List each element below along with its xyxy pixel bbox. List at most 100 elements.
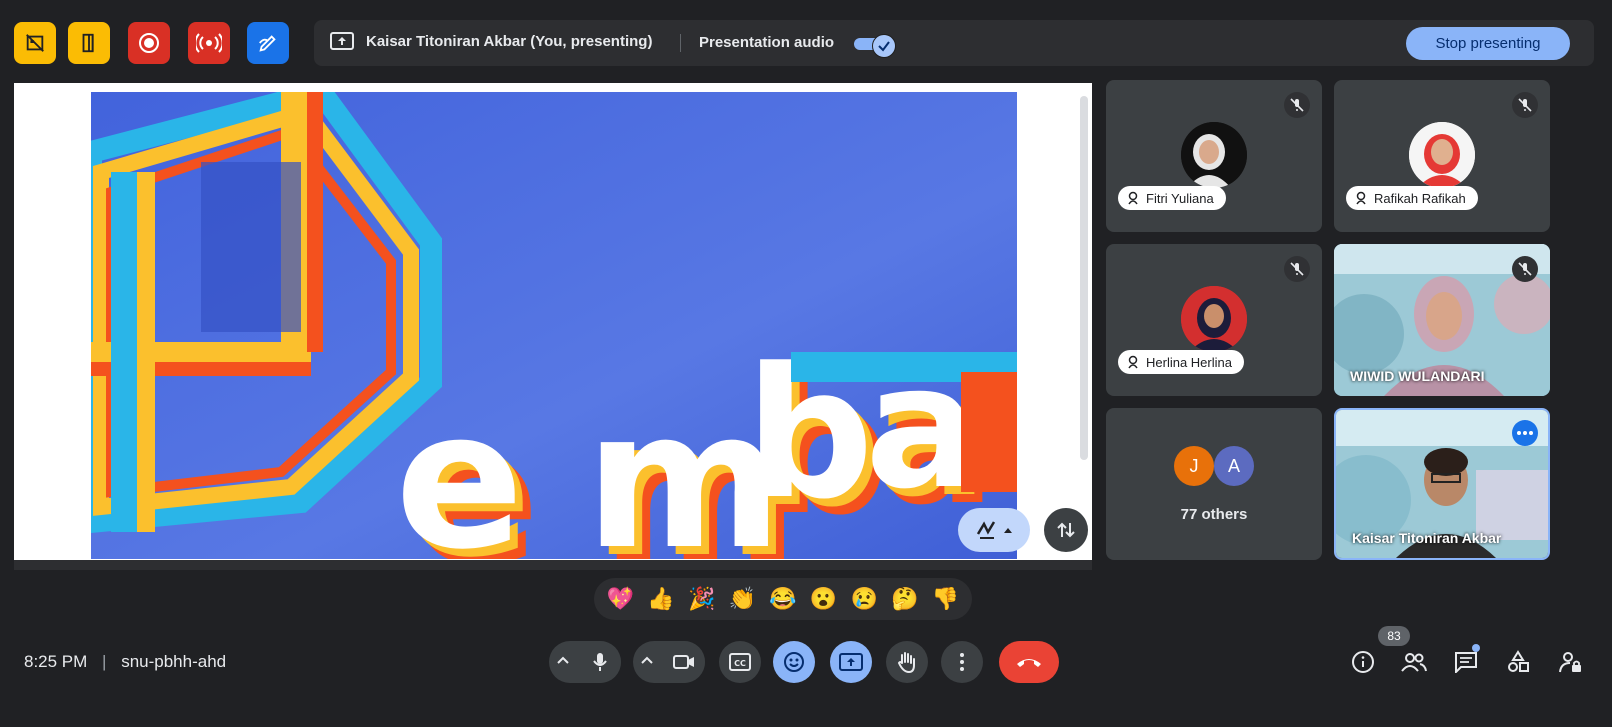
live-stream-button[interactable]	[188, 22, 230, 64]
recording-button[interactable]	[128, 22, 170, 64]
reaction-sad[interactable]: 😢	[851, 586, 878, 612]
reaction-thinking[interactable]: 🤔	[891, 586, 918, 612]
chevron-up-icon	[641, 656, 653, 664]
door-exit-icon	[82, 33, 94, 53]
reactions-button[interactable]	[773, 641, 815, 683]
pin-icon	[1356, 191, 1366, 205]
participant-name-tag: Herlina Herlina	[1118, 350, 1244, 374]
participant-tile[interactable]: Rafikah Rafikah	[1334, 80, 1550, 232]
whiteboard-button[interactable]	[247, 22, 289, 64]
shared-slide: e e e m m m b b b a a a	[91, 92, 1017, 559]
info-divider: |	[102, 652, 107, 671]
caret-up-icon	[1004, 528, 1012, 533]
participant-name: WIWID WULANDARI	[1350, 368, 1485, 384]
raise-hand-button[interactable]	[886, 641, 928, 683]
emoji-icon	[784, 652, 804, 672]
reaction-clap[interactable]: 👏	[729, 586, 756, 612]
meeting-details-button[interactable]	[1347, 646, 1379, 678]
captions-button[interactable]: CC	[719, 641, 761, 683]
people-count-badge: 83	[1378, 626, 1410, 646]
swap-layout-button[interactable]	[1044, 508, 1088, 552]
shapes-icon	[1508, 650, 1529, 672]
no-video-button[interactable]	[14, 22, 56, 64]
mic-icon	[593, 653, 607, 671]
more-horizontal-icon	[1517, 431, 1533, 435]
reaction-surprised[interactable]: 😮	[810, 586, 837, 612]
svg-text:e: e	[395, 370, 524, 559]
more-options-button[interactable]	[941, 641, 983, 683]
initial-avatar: A	[1214, 446, 1254, 486]
participant-tile[interactable]: Herlina Herlina	[1106, 244, 1322, 396]
svg-text:CC: CC	[734, 659, 746, 668]
camera-control	[633, 641, 705, 683]
people-icon	[1401, 653, 1427, 672]
reaction-thumbs-up[interactable]: 👍	[647, 586, 674, 612]
mic-off-icon	[1512, 92, 1538, 118]
reaction-heart[interactable]: 💖	[607, 586, 634, 612]
participant-name: Rafikah Rafikah	[1374, 190, 1466, 206]
whiteboard-pen-icon	[259, 35, 276, 52]
breakout-door-button[interactable]	[68, 22, 110, 64]
lock-person-icon	[1559, 652, 1581, 673]
present-screen-icon	[330, 32, 354, 50]
activities-button[interactable]	[1502, 646, 1534, 678]
presenter-text: Kaisar Titoniran Akbar (You, presenting)	[366, 32, 653, 50]
self-video-tile[interactable]: Kaisar Titoniran Akbar	[1334, 408, 1550, 560]
pin-icon	[1128, 355, 1138, 369]
initial-avatar: J	[1174, 446, 1214, 486]
toggle-knob	[872, 34, 896, 58]
participant-name-tag: Rafikah Rafikah	[1346, 186, 1478, 210]
horizontal-scrollbar[interactable]	[14, 560, 1092, 570]
reaction-thumbs-down[interactable]: 👎	[932, 586, 959, 612]
no-video-icon	[26, 34, 44, 52]
chevron-up-icon	[557, 656, 569, 664]
leave-call-button[interactable]	[999, 641, 1059, 683]
mic-options-button[interactable]	[555, 653, 571, 674]
host-controls-button[interactable]	[1554, 646, 1586, 678]
people-button[interactable]	[1398, 646, 1430, 678]
stop-presenting-button[interactable]: Stop presenting	[1406, 27, 1570, 60]
reaction-party[interactable]: 🎉	[688, 586, 715, 612]
participant-name-tag: Fitri Yuliana	[1118, 186, 1226, 210]
others-tile[interactable]: J A 77 others	[1106, 408, 1322, 560]
live-stream-icon	[196, 33, 222, 53]
avatar	[1181, 122, 1247, 188]
avatar	[1409, 122, 1475, 188]
camera-button[interactable]	[663, 641, 705, 683]
vertical-scrollbar[interactable]	[1080, 96, 1088, 460]
participant-name: Kaisar Titoniran Akbar	[1352, 530, 1502, 546]
reaction-laugh[interactable]: 😂	[769, 586, 796, 612]
presentation-audio-label: Presentation audio	[699, 34, 835, 51]
mic-control	[549, 641, 621, 683]
present-button[interactable]	[830, 641, 872, 683]
camera-options-button[interactable]	[639, 653, 655, 674]
participant-name: Fitri Yuliana	[1146, 190, 1214, 206]
meeting-info: 8:25 PM | snu-pbhh-ahd	[24, 652, 226, 672]
slide-artwork: e e e m m m b b b a a a	[91, 92, 1017, 559]
mic-off-icon	[1284, 256, 1310, 282]
bottom-bar: 8:25 PM | snu-pbhh-ahd CC 83	[0, 626, 1612, 696]
camera-icon	[673, 655, 694, 669]
presenting-status: Kaisar Titoniran Akbar (You, presenting)	[330, 31, 652, 51]
participant-video-tile[interactable]: WIWID WULANDARI	[1334, 244, 1550, 396]
mic-button[interactable]	[579, 641, 621, 683]
clock-time: 8:25 PM	[24, 652, 88, 671]
more-options-button[interactable]	[1512, 420, 1538, 446]
meeting-code: snu-pbhh-ahd	[121, 652, 227, 671]
participant-tile[interactable]: Fitri Yuliana	[1106, 80, 1322, 232]
annotate-button[interactable]	[958, 508, 1030, 552]
participant-name: Herlina Herlina	[1146, 354, 1232, 370]
top-bar: Kaisar Titoniran Akbar (You, presenting)…	[0, 0, 1612, 82]
mic-off-icon	[1512, 256, 1538, 282]
pin-icon	[1128, 191, 1138, 205]
swap-arrows-icon	[1057, 522, 1075, 538]
others-count-label: 77 others	[1180, 506, 1248, 523]
info-icon	[1352, 651, 1374, 673]
presentation-audio-toggle[interactable]	[854, 34, 896, 58]
closed-captions-icon: CC	[729, 653, 751, 671]
pen-scribble-icon	[976, 521, 996, 539]
presenting-bar: Kaisar Titoniran Akbar (You, presenting)…	[314, 20, 1594, 66]
reaction-bar: 💖 👍 🎉 👏 😂 😮 😢 🤔 👎	[594, 578, 972, 620]
mic-off-icon	[1284, 92, 1310, 118]
record-icon	[139, 33, 159, 53]
